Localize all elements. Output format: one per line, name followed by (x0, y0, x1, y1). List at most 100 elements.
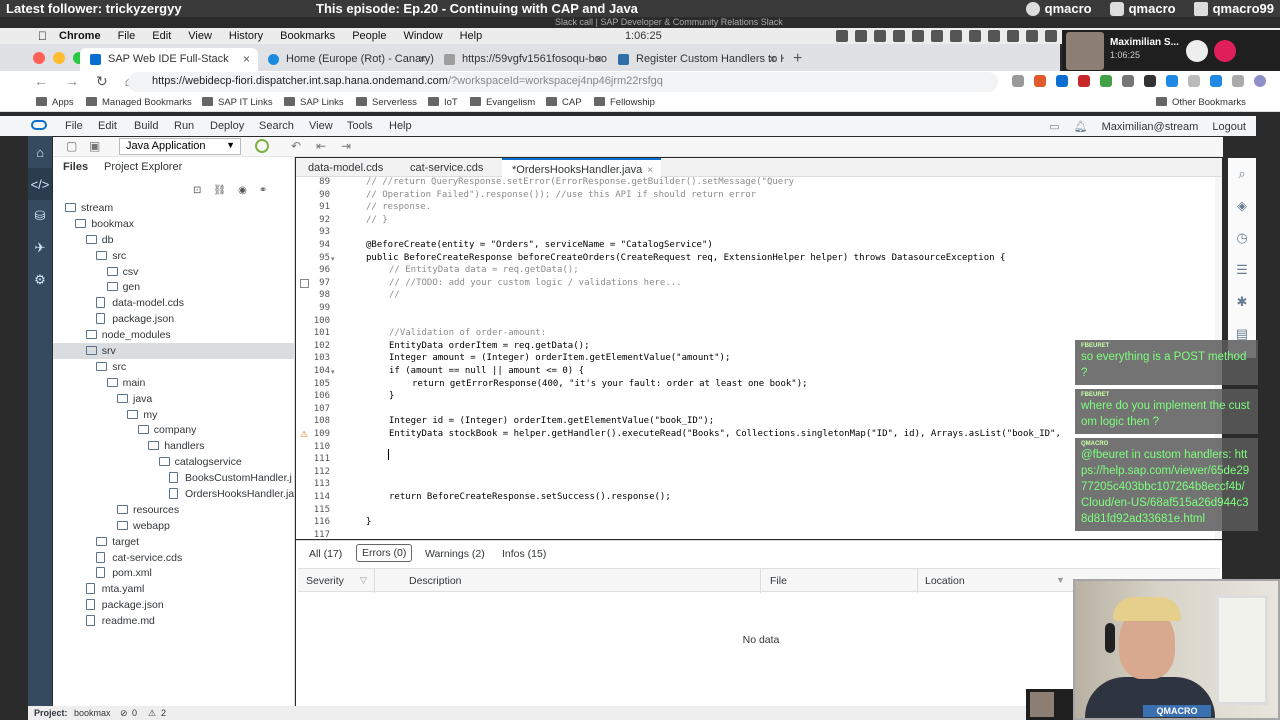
editor-tab-orders-hooks-handler[interactable]: *OrdersHooksHandler.java × (502, 158, 662, 177)
extension-icon[interactable] (1232, 75, 1244, 87)
apple-icon[interactable]:  (38, 29, 47, 43)
browser-tab-home[interactable]: Home (Europe (Rot) - Canary) × (258, 48, 434, 71)
bookmark-iot[interactable]: IoT (428, 97, 458, 108)
browser-tab-service[interactable]: https://59vgfv1561fosoqu-boo × (434, 48, 610, 71)
tree-folder[interactable]: handlers (53, 438, 295, 454)
outline-icon[interactable]: ☰ (1228, 254, 1256, 286)
tab-project-explorer[interactable]: Project Explorer (104, 161, 182, 173)
code-line[interactable]: // response. (366, 202, 431, 212)
preferences-icon[interactable]: ⚙ (28, 264, 52, 296)
tray-icon[interactable] (1007, 30, 1019, 42)
save-icon[interactable]: ▢ (66, 139, 77, 153)
extension-icon[interactable] (1034, 75, 1046, 87)
ide-menu-deploy[interactable]: Deploy (210, 120, 244, 132)
bookmark-evangelism[interactable]: Evangelism (470, 97, 535, 108)
tray-icon[interactable] (988, 30, 1000, 42)
bookmark-star-icon[interactable] (1012, 75, 1024, 87)
extension-icon[interactable] (1056, 75, 1068, 87)
extension-icon[interactable] (1188, 75, 1200, 87)
ide-menu-build[interactable]: Build (134, 120, 158, 132)
code-line[interactable]: // //TODO: add your custom logic / valid… (389, 278, 682, 288)
tray-icon[interactable] (1045, 30, 1057, 42)
tab-errors[interactable]: Errors (0) (356, 544, 413, 562)
tree-folder[interactable]: target (53, 534, 295, 550)
link-editor-icon[interactable]: ⛓ (213, 185, 226, 196)
tab-infos[interactable]: Infos (15) (502, 548, 546, 560)
tree-file[interactable]: BooksCustomHandler.j (53, 470, 295, 486)
tray-icon[interactable] (836, 30, 848, 42)
hang-up-icon[interactable] (1214, 40, 1236, 62)
menu-history[interactable]: History (229, 30, 263, 42)
close-tab-icon[interactable]: × (419, 52, 426, 66)
tree-folder[interactable]: stream (53, 200, 295, 216)
tree-file[interactable]: data-model.cds (53, 295, 295, 311)
tree-folder[interactable]: java (53, 391, 295, 407)
run-config-select[interactable]: Java Application ▼ (119, 138, 241, 155)
extension-icon[interactable] (1078, 75, 1090, 87)
menu-view[interactable]: View (188, 30, 212, 42)
tray-icon[interactable] (1026, 30, 1038, 42)
tree-file[interactable]: mta.yaml (53, 581, 295, 597)
tree-file[interactable]: pom.xml (53, 565, 295, 581)
microphone-icon[interactable] (1186, 40, 1208, 62)
fold-toggle-icon[interactable]: ▾ (331, 368, 335, 376)
tree-folder[interactable]: catalogservice (53, 454, 295, 470)
bookmark-sap-it-links[interactable]: SAP IT Links (202, 97, 273, 108)
editor-tab-data-model[interactable]: data-model.cds (308, 162, 383, 174)
tab-all-problems[interactable]: All (17) (309, 548, 342, 560)
minimize-window-icon[interactable] (53, 52, 65, 64)
profile-icon[interactable] (1254, 75, 1266, 87)
column-file[interactable]: File (770, 575, 787, 587)
mock-services-icon[interactable]: ✈ (28, 232, 52, 264)
forward-icon[interactable]: → (65, 73, 79, 90)
development-icon[interactable]: </> (28, 168, 52, 200)
tree-folder[interactable]: src (53, 248, 295, 264)
more-menu-icon[interactable]: ⋮ (1276, 75, 1280, 88)
ide-menu-search[interactable]: Search (259, 120, 294, 132)
search-icon[interactable]: ⌕ (1228, 158, 1256, 190)
code-line[interactable]: return getErrorResponse(400, "it's your … (412, 379, 808, 389)
slack-call-window[interactable]: Maximilian S... 1:06:25 (1062, 30, 1280, 72)
home-icon[interactable]: ⌂ (28, 136, 52, 168)
code-line[interactable]: } (389, 391, 394, 401)
code-line[interactable]: Integer amount = (Integer) orderItem.get… (389, 353, 730, 363)
status-warning-count[interactable]: 2 (161, 708, 166, 718)
menu-edit[interactable]: Edit (152, 30, 171, 42)
tree-file[interactable]: package.json (53, 311, 295, 327)
menu-people[interactable]: People (352, 30, 386, 42)
address-bar[interactable]: https://webidecp-fiori.dispatcher.int.sa… (128, 72, 998, 92)
extension-icon[interactable] (1166, 75, 1178, 87)
code-line[interactable]: if (amount == null || amount <= 0) { (389, 366, 584, 376)
tree-file[interactable]: cat-service.cds (53, 550, 295, 566)
close-tab-icon[interactable]: × (243, 52, 250, 66)
filter-icon[interactable]: ▽ (360, 575, 367, 586)
tray-icon[interactable] (893, 30, 905, 42)
tray-icon[interactable] (855, 30, 867, 42)
info-marker-icon[interactable] (300, 278, 309, 288)
ide-menu-run[interactable]: Run (174, 120, 194, 132)
git-pane-icon[interactable]: ◈ (1228, 190, 1256, 222)
bookmark-managed[interactable]: Managed Bookmarks (86, 97, 192, 108)
new-tab-icon[interactable]: + (793, 50, 802, 68)
close-tab-icon[interactable]: × (595, 52, 602, 66)
user-name[interactable]: Maximilian@stream (1102, 121, 1199, 133)
tree-folder[interactable]: my (53, 407, 295, 423)
extension-icon[interactable] (1100, 75, 1112, 87)
run-icon[interactable] (255, 139, 269, 153)
bookmark-cap[interactable]: CAP (546, 97, 582, 108)
tab-warnings[interactable]: Warnings (2) (425, 548, 485, 560)
close-window-icon[interactable] (33, 52, 45, 64)
close-tab-icon[interactable]: × (769, 52, 776, 66)
show-hidden-icon[interactable]: ◉ (238, 185, 247, 196)
database-explorer-icon[interactable]: ⛁ (28, 200, 52, 232)
tree-folder[interactable]: bookmax (53, 216, 295, 232)
tree-folder[interactable]: db (53, 232, 295, 248)
column-severity[interactable]: Severity (306, 575, 344, 587)
back-icon[interactable]: ← (34, 73, 48, 90)
ide-menu-view[interactable]: View (309, 120, 333, 132)
bookmark-other[interactable]: Other Bookmarks (1156, 97, 1246, 108)
tree-folder[interactable]: main (53, 375, 295, 391)
tree-file[interactable]: readme.md (53, 613, 295, 629)
notification-bell-icon[interactable]: 🔔︎ (1074, 120, 1088, 133)
extension-icon[interactable] (1210, 75, 1222, 87)
